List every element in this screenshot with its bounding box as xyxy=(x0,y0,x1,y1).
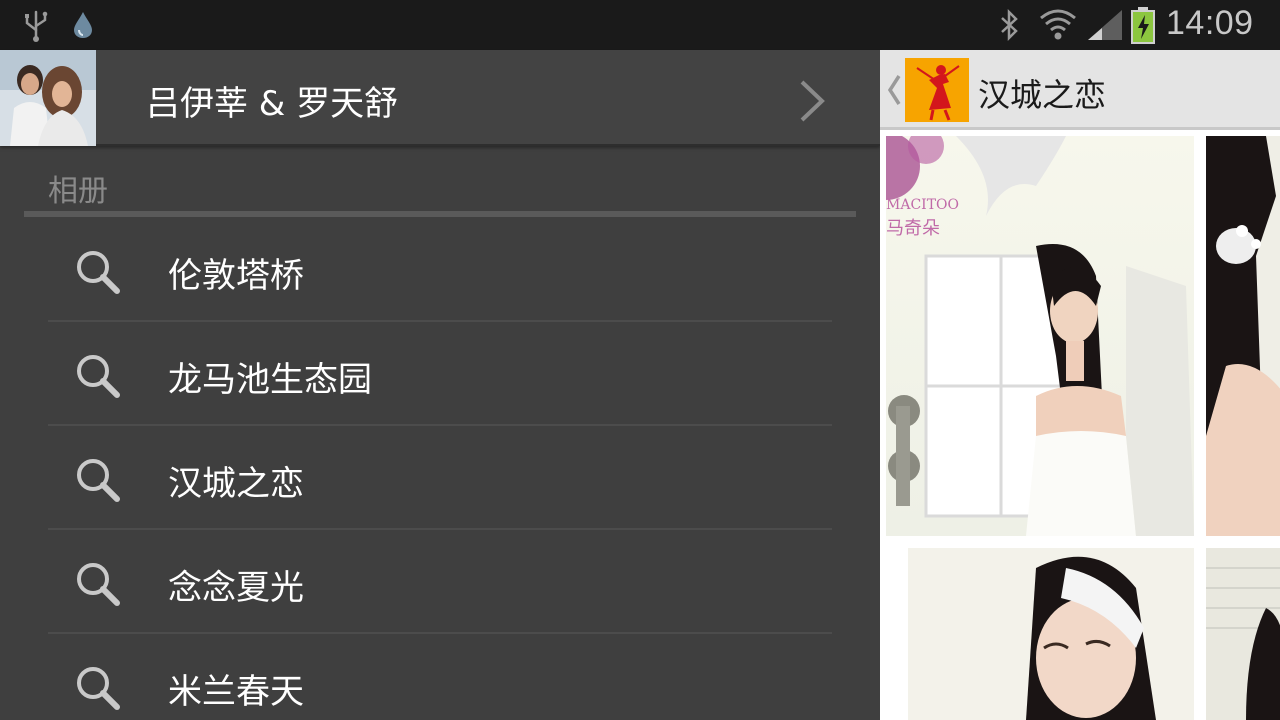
signal-icon xyxy=(1088,10,1122,40)
list-item[interactable]: 汉城之恋 xyxy=(0,426,880,530)
list-item-label: 汉城之恋 xyxy=(168,464,304,504)
chevron-left-icon[interactable] xyxy=(886,72,902,108)
list-item-label: 伦敦塔桥 xyxy=(168,256,304,296)
bluetooth-icon xyxy=(1001,8,1018,42)
search-icon xyxy=(77,667,120,710)
search-icon xyxy=(77,355,120,398)
chevron-right-icon[interactable] xyxy=(792,78,832,124)
search-icon xyxy=(77,251,120,294)
dancer-logo-icon[interactable] xyxy=(905,58,969,122)
watermark-brand: MACITOO xyxy=(886,197,959,213)
avatar[interactable] xyxy=(0,50,96,146)
watermark-cn: 马奇朵 xyxy=(886,218,940,239)
action-bar: 汉城之恋 xyxy=(880,50,1280,130)
battery-charging-icon xyxy=(1131,7,1155,44)
header-title: 吕伊莘 & 罗天舒 xyxy=(146,84,399,124)
list-item[interactable]: 念念夏光 xyxy=(0,530,880,634)
album-photo[interactable] xyxy=(886,548,1194,720)
search-icon xyxy=(77,459,120,502)
status-bar: 14:09 xyxy=(0,0,1280,50)
section-label-albums: 相册 xyxy=(48,174,108,209)
album-photo[interactable]: MACITOO 马奇朵 xyxy=(886,136,1194,536)
list-item-label: 念念夏光 xyxy=(168,568,304,608)
water-drop-icon xyxy=(74,12,92,38)
status-time: 14:09 xyxy=(1166,4,1254,42)
section-divider xyxy=(24,211,856,217)
usb-icon xyxy=(25,10,48,42)
search-icon xyxy=(77,563,120,606)
navigation-drawer: 吕伊莘 & 罗天舒 相册 伦敦塔桥 龙马池生态园 汉城之恋 念念夏光 米兰春天 xyxy=(0,50,880,720)
wifi-icon xyxy=(1040,9,1076,40)
list-item[interactable]: 米兰春天 xyxy=(0,634,880,720)
album-photo[interactable] xyxy=(1206,548,1280,720)
list-item-label: 龙马池生态园 xyxy=(168,360,372,400)
action-bar-title: 汉城之恋 xyxy=(978,76,1107,114)
list-item[interactable]: 龙马池生态园 xyxy=(0,322,880,426)
couple-photo-avatar xyxy=(0,50,96,146)
list-item[interactable]: 伦敦塔桥 xyxy=(0,218,880,322)
list-item-label: 米兰春天 xyxy=(168,672,304,712)
drawer-header[interactable]: 吕伊莘 & 罗天舒 xyxy=(0,50,880,146)
album-photo[interactable] xyxy=(1206,136,1280,536)
album-content: 汉城之恋 MACITOO 马奇朵 xyxy=(880,50,1280,720)
